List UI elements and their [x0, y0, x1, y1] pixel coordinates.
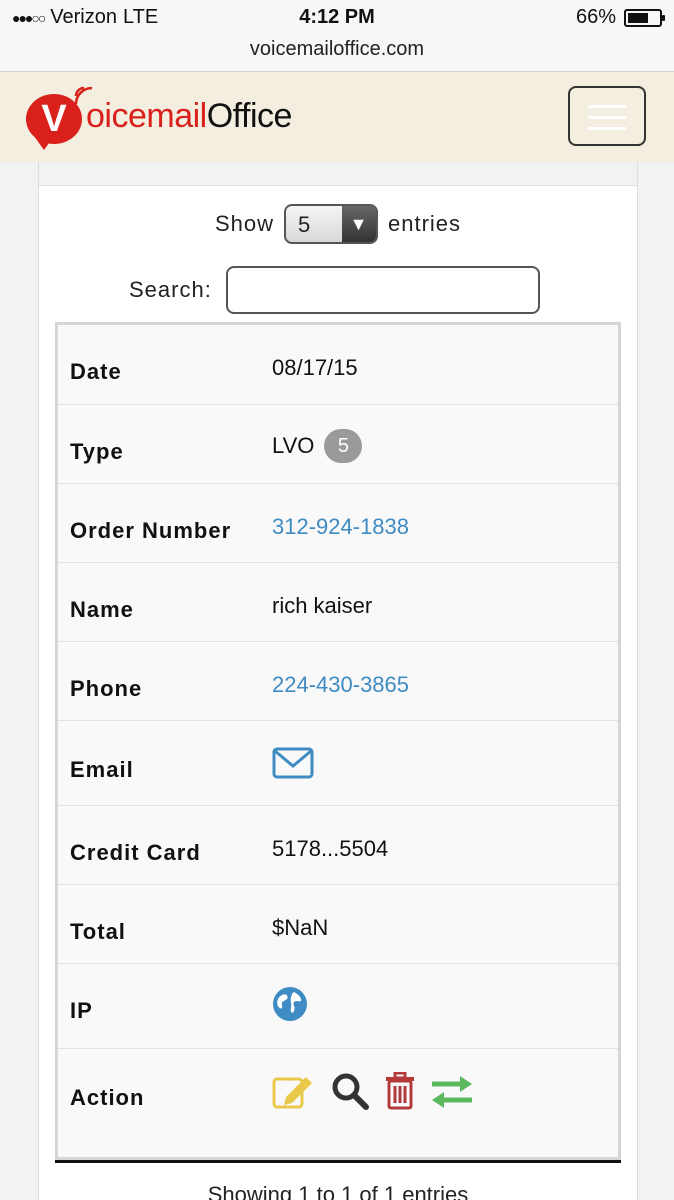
search-icon[interactable] [330, 1071, 370, 1111]
action-label: Action [70, 1085, 145, 1110]
record-table: Date 08/17/15 Type LVO 5 Order Number 31… [55, 322, 621, 1160]
table-row-credit-card: Credit Card 5178...5504 [58, 806, 618, 885]
credit-card-value: 5178...5504 [272, 836, 389, 861]
battery-icon [624, 8, 665, 27]
table-row-ip: IP [58, 964, 618, 1049]
logo-text: oicemailOffice [86, 97, 292, 136]
search-input[interactable] [225, 266, 540, 314]
hamburger-menu-button[interactable] [568, 86, 646, 146]
name-value: rich kaiser [272, 593, 373, 618]
total-value: $NaN [272, 915, 329, 940]
action-buttons [272, 1071, 474, 1111]
table-info: Showing 1 to 1 of 1 entries [207, 1182, 469, 1200]
name-label: Name [70, 597, 134, 622]
transfer-icon[interactable] [430, 1074, 474, 1108]
table-row-date: Date 08/17/15 [58, 325, 618, 405]
table-row-total: Total $NaN [58, 885, 618, 964]
clock: 4:12 PM [299, 6, 375, 28]
search-control: Search: [129, 266, 540, 314]
entries-select[interactable]: 5 ▼ [284, 204, 378, 244]
email-label: Email [70, 757, 134, 782]
envelope-icon[interactable] [272, 747, 314, 779]
type-count-badge: 5 [324, 429, 363, 463]
card-header [39, 162, 637, 186]
type-value-cell: LVO 5 [272, 429, 363, 463]
battery-percent: 66% [575, 6, 616, 28]
edit-icon[interactable] [272, 1073, 316, 1109]
total-label: Total [70, 919, 126, 944]
address-bar[interactable]: voicemailoffice.com [0, 38, 674, 61]
ip-label: IP [70, 998, 93, 1023]
battery-info: 66% [575, 6, 665, 29]
order-number-link[interactable]: 312-924-1838 [272, 514, 409, 540]
table-row-email: Email [58, 721, 618, 806]
date-value: 08/17/15 [272, 355, 358, 380]
signal-waves-icon [74, 86, 93, 105]
logo-text-voicemail: oicemail [86, 96, 207, 135]
entries-select-value: 5 [298, 212, 312, 237]
date-label: Date [70, 359, 122, 384]
credit-card-label: Credit Card [70, 840, 201, 865]
order-number-label: Order Number [70, 518, 232, 543]
table-bottom-border [55, 1160, 621, 1163]
globe-icon[interactable] [272, 986, 308, 1022]
site-logo[interactable]: V oicemailOffice [26, 86, 292, 150]
logo-text-office: Office [206, 96, 293, 135]
site-header: V oicemailOffice [0, 72, 674, 162]
email-cell [272, 747, 314, 779]
logo-badge: V [26, 86, 93, 150]
table-row-type: Type LVO 5 [58, 405, 618, 484]
trash-icon[interactable] [384, 1072, 416, 1110]
table-row-order-number: Order Number 312-924-1838 [58, 484, 618, 563]
type-value: LVO [272, 433, 315, 458]
chevron-down-icon: ▼ [342, 206, 376, 242]
phone-label: Phone [70, 676, 143, 701]
table-row-phone: Phone 224-430-3865 [58, 642, 618, 721]
show-label: Show [214, 211, 274, 236]
table-row-action: Action [58, 1049, 618, 1157]
phone-link[interactable]: 224-430-3865 [272, 672, 409, 698]
entries-length-control: Show 5 ▼ entries [39, 204, 637, 244]
type-label: Type [70, 439, 124, 464]
table-row-name: Name rich kaiser [58, 563, 618, 642]
entries-label: entries [388, 211, 462, 236]
search-label: Search: [129, 277, 212, 302]
ip-cell [272, 986, 308, 1022]
content-card: Show 5 ▼ entries Search: Date 08/17/15 T… [38, 162, 638, 1200]
status-bar: ●●●○○ Verizon LTE 4:12 PM 66% voicemailo… [0, 0, 674, 72]
